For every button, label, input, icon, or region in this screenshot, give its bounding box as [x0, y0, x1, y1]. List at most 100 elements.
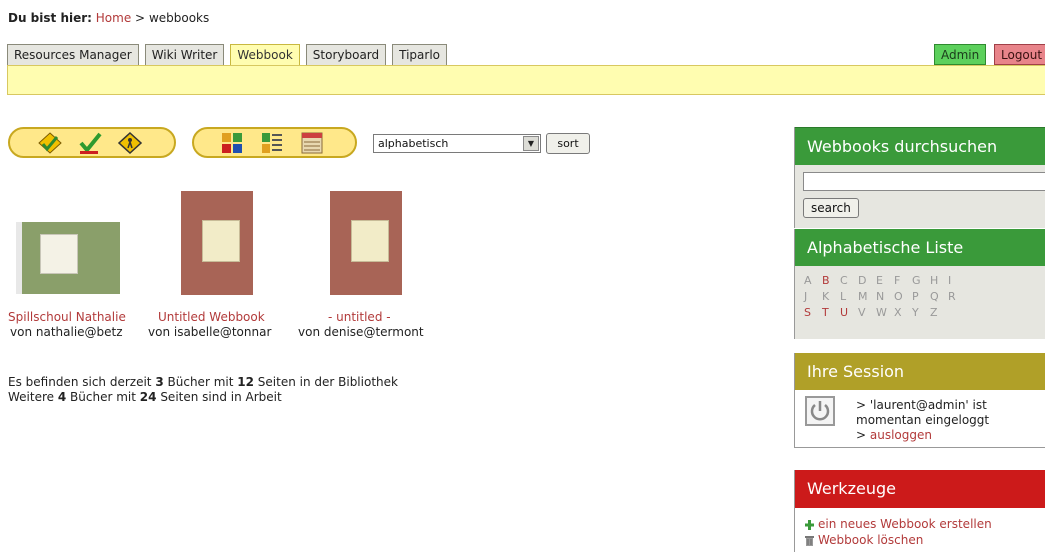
book-cover-label — [40, 234, 78, 274]
alphabet-letter: C — [840, 274, 848, 287]
list-view-icon[interactable] — [260, 132, 284, 154]
tab-admin[interactable]: Admin — [934, 44, 987, 65]
power-icon — [805, 396, 835, 426]
calendar-view-icon[interactable] — [300, 132, 324, 154]
book-cover-label — [202, 220, 240, 262]
book-author: von denise@termont — [298, 325, 424, 339]
book-author: von nathalie@betz — [10, 325, 123, 339]
breadcrumb: Du bist hier: Home > webbooks — [8, 11, 209, 25]
search-panel-body: search — [795, 165, 1045, 228]
alphabet-letter[interactable]: S — [804, 306, 822, 319]
alphabet-letter: L — [840, 290, 847, 303]
alphabet-letter: F — [894, 274, 901, 287]
trash-icon — [805, 535, 814, 546]
alphabet-letter[interactable]: U — [840, 306, 858, 319]
breadcrumb-current: webbooks — [148, 11, 210, 25]
sub-toolbar — [7, 65, 1045, 95]
logout-link[interactable]: ausloggen — [870, 428, 932, 442]
stats-text: Seiten in der Bibliothek — [257, 375, 398, 389]
plus-icon — [805, 519, 814, 530]
tool-delete-webbook[interactable]: Webbook löschen — [805, 532, 1045, 548]
alphabet-letter: N — [876, 290, 885, 303]
alphabet-letter: P — [912, 290, 919, 303]
sort-select[interactable]: alphabetisch ▼ — [373, 134, 541, 153]
alphabet-letter: Q — [930, 290, 939, 303]
books-count: 3 — [155, 375, 164, 389]
tab-resources-manager[interactable]: Resources Manager — [7, 44, 139, 65]
search-panel-title: Webbooks durchsuchen — [795, 127, 1045, 165]
alphabet-letter: W — [876, 306, 887, 319]
stats-text: Bücher mit — [167, 375, 234, 389]
alphabet-letter: R — [948, 290, 956, 303]
stats-text: Es befinden sich derzeit — [8, 375, 152, 389]
alphabet-letter: A — [804, 274, 812, 287]
alphabet-letter: G — [912, 274, 921, 287]
session-logout-line: > ausloggen — [856, 428, 989, 443]
create-webbook-link[interactable]: ein neues Webbook erstellen — [818, 517, 992, 531]
stats-text: Seiten sind in Arbeit — [160, 390, 282, 404]
alphabet-letter: X — [894, 306, 902, 319]
library-stats: Es befinden sich derzeit 3 Bücher mit 12… — [8, 375, 398, 405]
alphabet-letter: I — [948, 274, 952, 287]
search-button[interactable]: search — [803, 198, 859, 218]
tab-webbook[interactable]: Webbook — [230, 44, 300, 66]
book-cover[interactable] — [330, 191, 402, 295]
alphabet-letter: J — [804, 290, 808, 303]
breadcrumb-label: Du bist hier: — [8, 11, 92, 25]
alphabet-panel-title: Alphabetische Liste — [795, 229, 1045, 266]
wip-pages-count: 24 — [139, 390, 157, 404]
alphabet-letter: E — [876, 274, 883, 287]
tab-logout[interactable]: Logout — [994, 44, 1045, 65]
stats-line-1: Es befinden sich derzeit 3 Bücher mit 12… — [8, 375, 398, 390]
approved-check-icon[interactable] — [78, 132, 102, 154]
stats-text: Bücher mit — [70, 390, 136, 404]
edit-check-icon[interactable] — [38, 131, 62, 154]
search-input[interactable] — [803, 172, 1045, 191]
pages-count: 12 — [237, 375, 254, 389]
sort-button[interactable]: sort — [546, 133, 590, 154]
alphabet-letter: H — [930, 274, 939, 287]
session-user-line: > 'laurent@admin' ist — [856, 398, 987, 412]
alphabet-letter: M — [858, 290, 868, 303]
sort-select-value: alphabetisch — [378, 137, 449, 150]
alphabet-letter-grid: ABCDEFGHI J KLMNOPQR STUVWXYZ — [804, 274, 1045, 319]
filter-icon-group — [8, 127, 176, 158]
wip-books-count: 4 — [57, 390, 67, 404]
session-panel-title: Ihre Session — [795, 353, 1045, 390]
alphabet-letter: O — [894, 290, 903, 303]
session-logout-prefix: > — [856, 428, 867, 442]
alphabet-panel: Alphabetische Liste ABCDEFGHI J KLMNOPQR ST… — [794, 229, 1045, 339]
book-title-link[interactable]: Untitled Webbook — [158, 310, 265, 324]
chevron-down-icon[interactable]: ▼ — [523, 136, 539, 151]
warning-sign-icon[interactable] — [117, 131, 143, 154]
tools-panel: Werkzeuge ein neues Webbook erstellen We… — [794, 470, 1045, 552]
view-icon-group — [192, 127, 357, 158]
breadcrumb-home-link[interactable]: Home — [96, 11, 131, 25]
book-title-link[interactable]: - untitled - — [328, 310, 391, 324]
alphabet-panel-body: ABCDEFGHI J KLMNOPQR STUVWXYZ — [795, 266, 1045, 339]
tab-storyboard[interactable]: Storyboard — [305, 44, 387, 65]
book-cover[interactable] — [181, 191, 253, 295]
session-panel: Ihre Session > 'laurent@admin' ist momen… — [794, 353, 1045, 448]
tab-tiparlo[interactable]: Tiparlo — [392, 44, 448, 65]
delete-webbook-link[interactable]: Webbook löschen — [818, 533, 923, 547]
main-tabs: Resources Manager Wiki Writer Webbook St… — [7, 44, 448, 66]
stats-line-2: Weitere 4 Bücher mit 24 Seiten sind in A… — [8, 390, 398, 405]
book-title-link[interactable]: Spillschoul Nathalie — [8, 310, 126, 324]
tools-panel-body: ein neues Webbook erstellen Webbook lösc… — [795, 508, 1045, 552]
alphabet-letter[interactable]: B — [822, 274, 840, 287]
book-cover[interactable] — [16, 222, 120, 294]
session-status-line: momentan eingeloggt — [856, 413, 990, 427]
alphabet-letter: K — [822, 290, 830, 303]
book-author: von isabelle@tonnar — [148, 325, 272, 339]
stats-text: Weitere — [8, 390, 55, 404]
book-cover-label — [351, 220, 389, 262]
tool-create-webbook[interactable]: ein neues Webbook erstellen — [805, 516, 1045, 532]
tab-wiki-writer[interactable]: Wiki Writer — [144, 44, 225, 65]
alphabet-letter: D — [858, 274, 867, 287]
alphabet-letter: Y — [912, 306, 919, 319]
tools-panel-title: Werkzeuge — [795, 470, 1045, 508]
session-info: > 'laurent@admin' ist momentan eingelogg… — [856, 398, 989, 443]
alphabet-letter[interactable]: T — [822, 306, 840, 319]
grid-view-icon[interactable] — [220, 132, 244, 154]
